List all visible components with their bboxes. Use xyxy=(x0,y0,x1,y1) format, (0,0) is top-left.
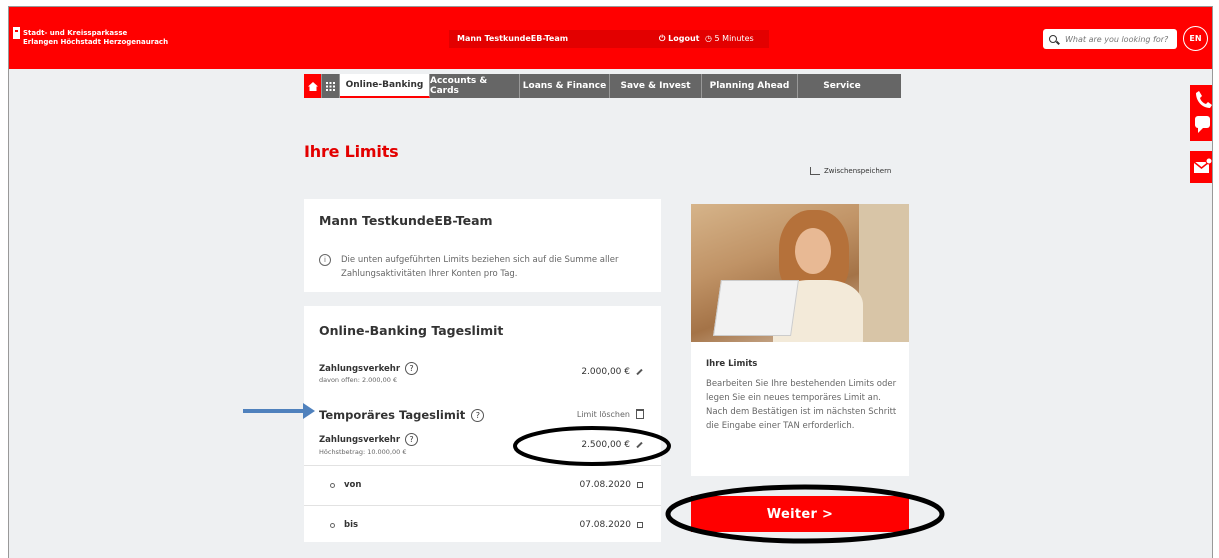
from-date[interactable]: 07.08.2020 xyxy=(579,480,643,490)
save-draft-button[interactable]: Zwischenspeichern xyxy=(810,167,891,175)
top-bar: Stadt- und Kreissparkasse Erlangen Höchs… xyxy=(9,7,1212,69)
info-row: i Die unten aufgeführten Limits beziehen… xyxy=(319,253,649,281)
info-icon: i xyxy=(319,254,331,266)
to-label: bis xyxy=(344,520,359,530)
session-timer: ◷ 5 Minutes xyxy=(705,34,754,43)
temp-limit-title-text: Temporäres Tageslimit xyxy=(319,408,466,422)
info-text: Die unten aufgeführten Limits beziehen s… xyxy=(341,255,619,279)
to-date-value: 07.08.2020 xyxy=(579,520,631,530)
save-draft-icon xyxy=(810,167,820,175)
mail-icon[interactable] xyxy=(1190,151,1212,183)
sparkasse-logo-icon xyxy=(13,27,20,39)
help-icon[interactable]: ? xyxy=(405,433,419,446)
nav-loans-finance[interactable]: Loans & Finance xyxy=(520,74,610,98)
next-button[interactable]: Weiter > xyxy=(691,496,909,532)
header-user-name: Mann TestkundeEB-Team xyxy=(457,34,569,43)
payment-amount[interactable]: 2.000,00 € xyxy=(581,367,643,377)
temp-payment-label: Zahlungsverkehr xyxy=(319,435,401,445)
search-box[interactable] xyxy=(1043,29,1177,49)
edit-pencil-icon[interactable] xyxy=(636,441,643,448)
temp-payment-row-label: Zahlungsverkehr ? xyxy=(319,433,419,446)
logout-label: Logout xyxy=(668,34,700,43)
date-row-to[interactable]: bis 07.08.2020 xyxy=(304,505,661,545)
temp-limit-title: Temporäres Tageslimit ? xyxy=(319,408,485,422)
edit-pencil-icon[interactable] xyxy=(636,368,643,375)
timeline-dot-icon xyxy=(330,523,335,528)
page-title: Ihre Limits xyxy=(304,142,399,161)
session-bar: Mann TestkundeEB-Team ⏻ Logout ◷ 5 Minut… xyxy=(449,30,769,48)
phone-chat-icon[interactable] xyxy=(1190,85,1212,141)
help-icon[interactable]: ? xyxy=(405,362,419,375)
delete-limit-button[interactable]: Limit löschen xyxy=(577,409,644,419)
apps-grid-icon[interactable] xyxy=(322,74,340,98)
payment-row-label: Zahlungsverkehr ? xyxy=(319,362,419,375)
limit-card: Online-Banking Tageslimit Zahlungsverkeh… xyxy=(304,306,661,542)
logout-button[interactable]: ⏻ Logout xyxy=(659,34,699,44)
payment-amount-value: 2.000,00 € xyxy=(581,367,630,377)
calendar-icon[interactable] xyxy=(637,482,643,488)
to-date[interactable]: 07.08.2020 xyxy=(579,520,643,530)
nav-service[interactable]: Service xyxy=(798,74,886,98)
help-icon[interactable]: ? xyxy=(471,409,485,422)
info-card-text: Bearbeiten Sie Ihre bestehenden Limits o… xyxy=(706,379,897,431)
nav-save-invest[interactable]: Save & Invest xyxy=(610,74,702,98)
user-card: Mann TestkundeEB-Team i Die unten aufgef… xyxy=(304,199,661,292)
temp-payment-amount-value: 2.500,00 € xyxy=(581,440,630,450)
nav-online-banking[interactable]: Online-Banking xyxy=(340,74,430,98)
from-label: von xyxy=(344,480,362,490)
search-icon xyxy=(1049,35,1057,43)
woman-laptop-photo xyxy=(691,204,909,342)
timeline-dot-icon xyxy=(330,483,335,488)
payment-label: Zahlungsverkehr xyxy=(319,364,401,374)
home-icon[interactable] xyxy=(304,74,322,98)
bank-name-line1: Stadt- und Kreissparkasse xyxy=(23,29,128,37)
bank-logo[interactable]: Stadt- und Kreissparkasse Erlangen Höchs… xyxy=(13,27,169,47)
save-draft-label: Zwischenspeichern xyxy=(824,167,892,175)
search-input[interactable] xyxy=(1065,34,1175,44)
user-card-name: Mann TestkundeEB-Team xyxy=(319,213,493,228)
info-card: Ihre Limits Bearbeiten Sie Ihre bestehen… xyxy=(691,204,909,476)
date-row-from[interactable]: von 07.08.2020 xyxy=(304,465,661,505)
calendar-icon[interactable] xyxy=(637,522,643,528)
limit-card-title: Online-Banking Tageslimit xyxy=(319,323,504,338)
temp-payment-amount[interactable]: 2.500,00 € xyxy=(581,440,643,450)
payment-sub: davon offen: 2.000,00 € xyxy=(319,376,398,384)
delete-limit-label: Limit löschen xyxy=(576,409,630,419)
trash-icon xyxy=(636,409,644,419)
from-date-value: 07.08.2020 xyxy=(579,480,631,490)
nav-accounts-cards[interactable]: Accounts & Cards xyxy=(430,74,520,98)
timer-label: 5 Minutes xyxy=(714,34,754,43)
bank-name-line2: Erlangen Höchstadt Herzogenaurach xyxy=(23,38,169,46)
main-nav: Online-Banking Accounts & Cards Loans & … xyxy=(304,74,901,98)
info-card-title: Ihre Limits xyxy=(706,359,758,369)
temp-payment-sub: Höchstbetrag: 10.000,00 € xyxy=(319,448,407,456)
nav-planning-ahead[interactable]: Planning Ahead xyxy=(702,74,798,98)
language-button[interactable]: EN xyxy=(1183,26,1208,51)
